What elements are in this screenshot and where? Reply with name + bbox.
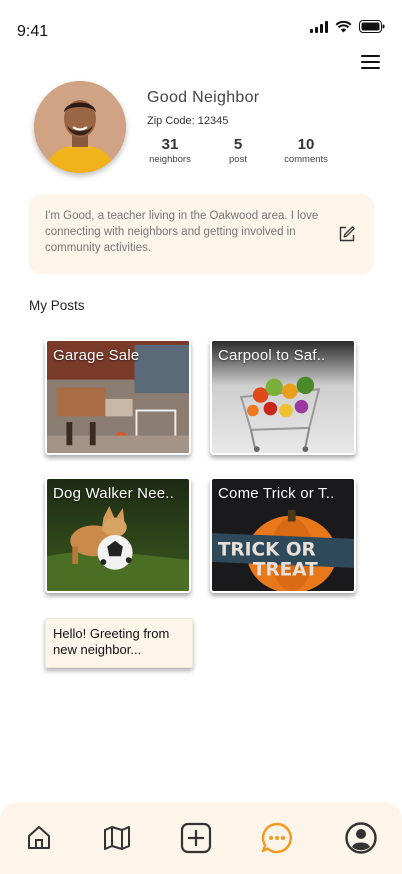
post-card-trick-or-treat[interactable]: TRICK OR TREAT Come Trick or T.. xyxy=(210,477,356,593)
status-icons xyxy=(310,20,385,33)
nav-profile[interactable] xyxy=(343,820,379,856)
profile-name: Good Neighbor xyxy=(147,89,260,106)
post-card-dog-walker[interactable]: Dog Walker Nee.. xyxy=(45,477,191,593)
battery-icon xyxy=(359,20,385,33)
post-card-garage-sale[interactable]: Garage Sale xyxy=(45,339,191,455)
stat-post[interactable]: 5 post xyxy=(218,136,258,166)
bio-card: I'm Good, a teacher living in the Oakwoo… xyxy=(29,194,374,274)
nav-home[interactable] xyxy=(21,820,57,856)
post-note-greeting[interactable]: Hello! Greeting from new neighbor... xyxy=(45,618,193,668)
stat-comments-label: comments xyxy=(284,154,328,165)
zip-code: Zip Code: 12345 xyxy=(147,115,229,127)
bio-text: I'm Good, a teacher living in the Oakwoo… xyxy=(45,210,319,254)
profile-icon xyxy=(345,822,377,854)
stat-neighbors-label: neighbors xyxy=(149,154,191,165)
post-title: Come Trick or T.. xyxy=(218,485,335,502)
wifi-icon xyxy=(335,20,352,33)
stat-neighbors[interactable]: 31 neighbors xyxy=(140,136,200,166)
post-title: Garage Sale xyxy=(53,347,140,364)
chat-icon xyxy=(261,822,292,854)
note-text: Hello! Greeting from new neighbor... xyxy=(53,626,170,657)
post-title: Dog Walker Nee.. xyxy=(53,485,175,502)
nav-map[interactable] xyxy=(99,820,135,856)
map-icon xyxy=(104,826,130,850)
add-post-icon xyxy=(180,822,212,854)
menu-icon xyxy=(361,55,380,57)
status-time: 9:41 xyxy=(17,23,49,40)
stat-post-label: post xyxy=(229,154,247,165)
bottom-nav xyxy=(0,802,402,874)
stat-post-value: 5 xyxy=(233,136,243,153)
nav-chat[interactable] xyxy=(259,820,295,856)
stat-comments-value: 10 xyxy=(297,136,315,153)
menu-button[interactable] xyxy=(361,55,381,71)
treat-text: TREAT xyxy=(253,560,318,581)
signal-icon xyxy=(310,20,328,33)
trick-text: TRICK OR xyxy=(218,539,316,560)
edit-icon[interactable] xyxy=(338,225,356,243)
post-card-carpool[interactable]: Carpool to Saf.. xyxy=(210,339,356,455)
avatar xyxy=(34,81,126,173)
nav-add-post[interactable] xyxy=(178,820,214,856)
home-icon xyxy=(28,826,50,849)
my-posts-title: My Posts xyxy=(29,298,85,313)
status-bar: 9:41 xyxy=(0,0,402,54)
post-title: Carpool to Saf.. xyxy=(218,347,326,364)
stat-neighbors-value: 31 xyxy=(161,136,179,153)
stat-comments[interactable]: 10 comments xyxy=(276,136,336,166)
